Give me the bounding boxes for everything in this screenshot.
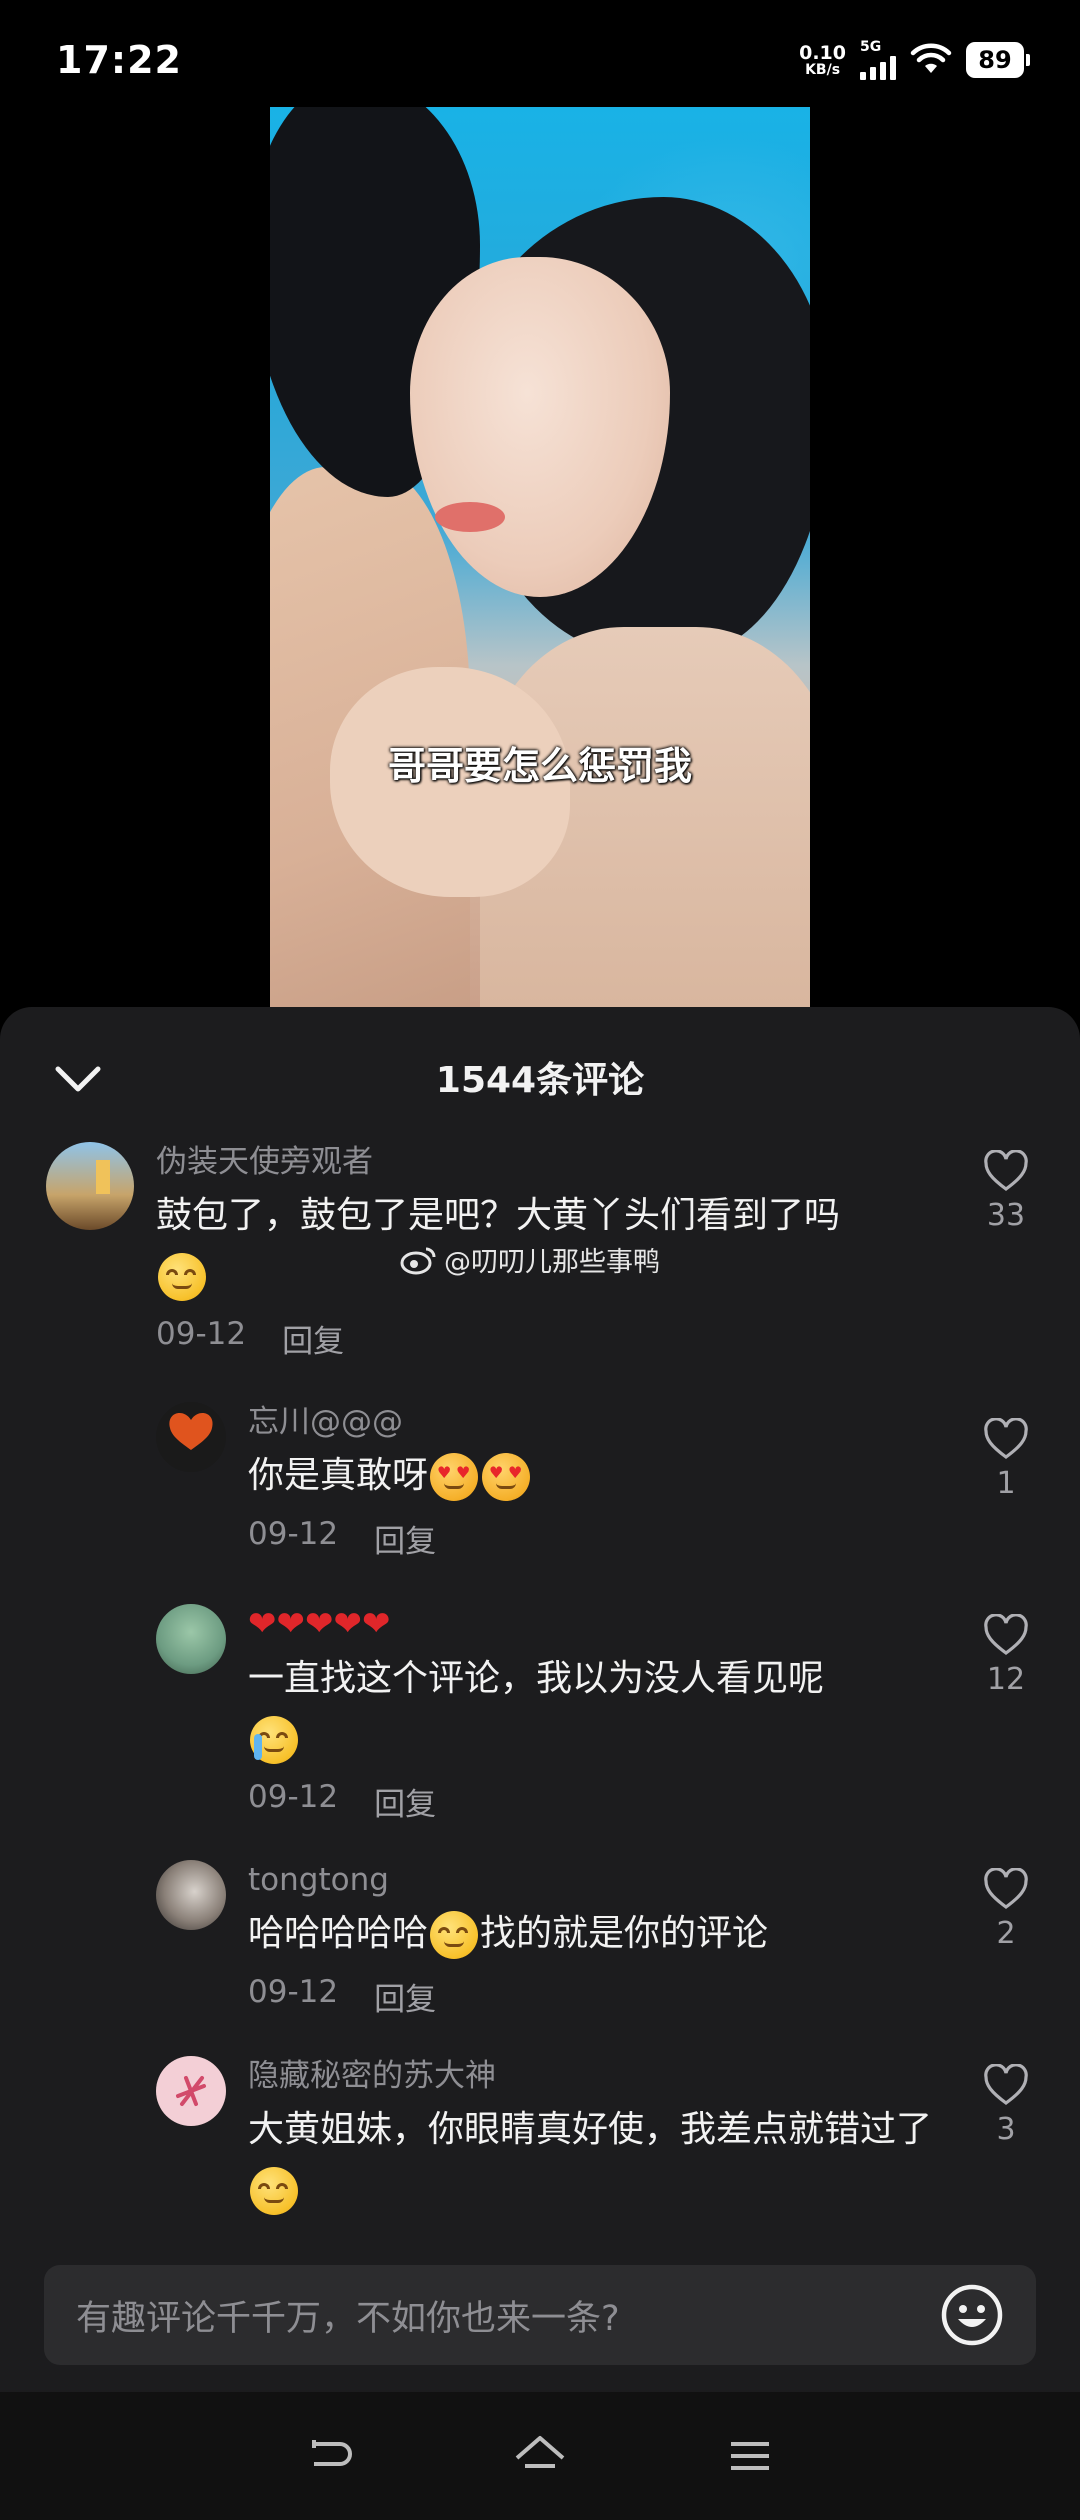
comment-date: 09-12 [248,1974,339,2010]
emoji-picker-icon[interactable] [940,2283,1004,2347]
comment-meta: 09-12 回复 [156,1316,926,1361]
comment-username[interactable]: ❤❤❤❤❤ [248,1604,1018,1645]
avatar[interactable] [156,1402,226,1472]
network-speed: 0.10 KB/s [799,41,846,78]
like-count: 1 [996,1466,1016,1501]
hugging-emoji-icon [250,2167,298,2215]
like-count: 3 [996,2112,1016,2147]
smirk-emoji-icon [158,1253,206,1301]
comment-item: 忘川@@@ 你是真敢呀 ♥ ♥ ♥ ♥ 09-12 回复 [156,1402,532,1561]
reply-button[interactable]: 回复 [374,1974,436,2019]
comment-meta: 09-12 回复 [248,1779,1018,1824]
battery-icon: 89 [966,42,1030,78]
video-subtitle: 哥哥要怎么惩罚我 [387,744,692,788]
comment-date: 09-12 [248,1779,339,1815]
status-bar: 17:22 0.10 KB/s 5G 89 [0,0,1080,120]
avatar[interactable] [156,2056,226,2126]
comment-meta: 09-12 回复 [248,1516,532,1561]
wifi-icon [910,43,952,73]
comment-item: 隐藏秘密的苏大神 大黄姐妹，你眼睛真好使，我差点就错过了 [156,2056,968,2220]
heart-eyes-emoji-icon: ♥ ♥ [482,1453,531,1501]
comment-username[interactable]: 忘川@@@ [248,1402,532,1442]
comment-item: ❤❤❤❤❤ 一直找这个评论，我以为没人看见呢 09-12 回复 [156,1604,1018,1824]
comment-meta: 09-12 回复 [248,1974,768,2019]
comment-username[interactable]: 伪装天使旁观者 [156,1142,926,1182]
comment-text: 一直找这个评论，我以为没人看见呢 [248,1649,1018,1769]
reply-button[interactable]: 回复 [374,1516,436,1561]
back-button[interactable] [300,2426,360,2486]
heart-outline-icon [984,1150,1028,1191]
like-count: 33 [986,1198,1026,1233]
like-button[interactable]: 1 [966,1418,1046,1501]
comment-username[interactable]: tongtong [248,1860,768,1900]
like-button[interactable]: 12 [966,1614,1046,1697]
network-speed-unit: KB/s [805,61,841,78]
like-button[interactable]: 3 [966,2064,1046,2147]
chevron-down-icon [55,1066,101,1092]
watermark-text: @叨叨儿那些事鸭 [444,1247,660,1278]
video-player[interactable]: 哥哥要怎么惩罚我 [270,107,810,1007]
reply-button[interactable]: 回复 [374,1779,436,1824]
system-nav-bar [0,2392,1080,2520]
like-button[interactable]: 33 [966,1150,1046,1233]
watermark: @叨叨儿那些事鸭 [400,1240,660,1279]
network-type: 5G [860,39,882,55]
comment-item: tongtong 哈哈哈哈哈 找的就是你的评论 09-12 回复 [156,1860,768,2019]
heart-outline-icon [984,2064,1028,2105]
weibo-icon [400,1247,436,1274]
status-icons: 0.10 KB/s 5G 89 [799,40,1030,80]
collapse-button[interactable] [52,1053,104,1105]
like-count: 12 [986,1662,1026,1697]
avatar[interactable] [156,1860,226,1930]
heart-outline-icon [984,1614,1028,1655]
crying-laughing-emoji-icon [250,1716,298,1764]
comment-text: 大黄姐妹，你眼睛真好使，我差点就错过了 [248,2100,968,2220]
recents-button[interactable] [720,2426,780,2486]
avatar[interactable] [46,1142,134,1230]
comment-input[interactable]: 有趣评论千千万，不如你也来一条? [44,2265,1036,2365]
back-icon [312,2440,352,2466]
status-time: 17:22 [56,38,182,82]
comment-username[interactable]: 隐藏秘密的苏大神 [248,2056,968,2096]
home-icon [515,2436,565,2468]
home-button[interactable] [510,2426,570,2486]
comment-input-placeholder: 有趣评论千千万，不如你也来一条? [76,2298,620,2339]
like-count: 2 [996,1916,1016,1951]
like-button[interactable]: 2 [966,1868,1046,1951]
comments-header: 1544条评论 [0,1007,1080,1147]
comment-date: 09-12 [156,1316,247,1352]
comment-date: 09-12 [248,1516,339,1552]
comment-text: 哈哈哈哈哈 找的就是你的评论 [248,1904,768,1964]
heart-eyes-emoji-icon: ♥ ♥ [430,1453,479,1501]
avatar[interactable] [156,1604,226,1674]
cellular-signal-icon: 5G [860,40,896,80]
heart-outline-icon [984,1868,1028,1909]
heart-outline-icon [984,1418,1028,1459]
network-speed-value: 0.10 [799,41,846,64]
smirk-emoji-icon [430,1911,479,1959]
reply-button[interactable]: 回复 [282,1316,344,1361]
comment-text: 你是真敢呀 ♥ ♥ ♥ ♥ [248,1446,532,1506]
comments-title: 1544条评论 [435,1060,645,1101]
menu-icon [731,2442,769,2470]
